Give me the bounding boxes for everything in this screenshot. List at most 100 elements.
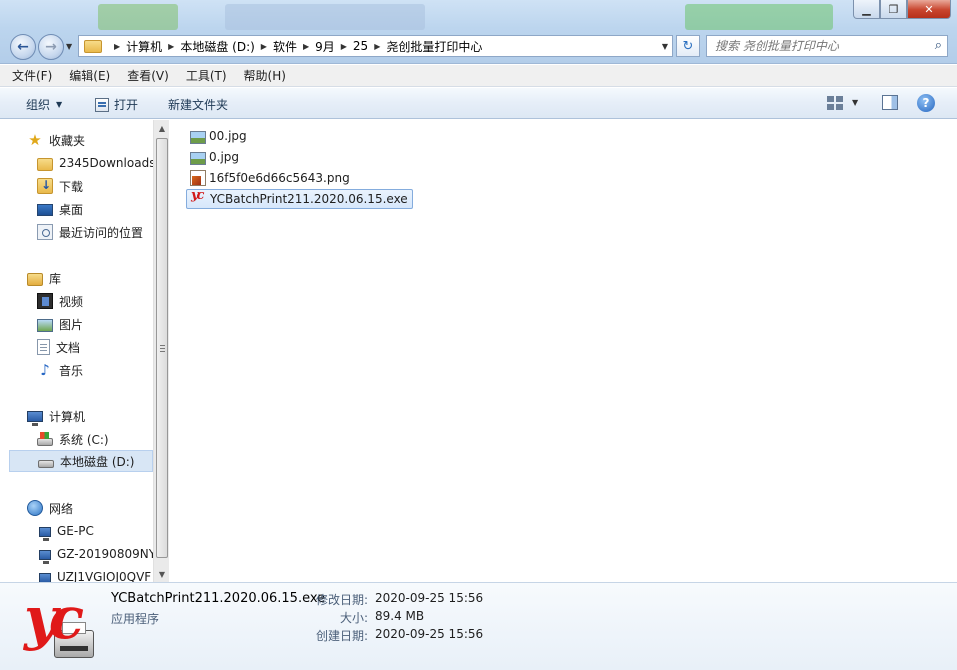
sidebar-item-favorites[interactable]: ★ 收藏夹: [0, 129, 153, 151]
sidebar-item-desktop[interactable]: 桌面: [0, 198, 153, 220]
file-name: YCBatchPrint211.2020.06.15.exe: [210, 192, 408, 206]
chevron-right-icon[interactable]: ▶: [303, 42, 309, 51]
menu-help[interactable]: 帮助(H): [244, 67, 286, 84]
chevron-right-icon[interactable]: ▶: [374, 42, 380, 51]
file-item-selected[interactable]: YCBatchPrint211.2020.06.15.exe: [186, 188, 413, 209]
sidebar-item-downloads[interactable]: 下载: [0, 175, 153, 197]
address-bar[interactable]: ▶ 计算机 ▶ 本地磁盘 (D:) ▶ 软件 ▶ 9月 ▶ 25 ▶ 尧创批量打…: [78, 35, 673, 57]
close-button[interactable]: ✕: [907, 0, 951, 19]
file-item[interactable]: 16f5f0e6d66c5643.png: [186, 168, 354, 188]
organize-button[interactable]: 组织 ▼: [26, 96, 62, 113]
search-box[interactable]: ⌕: [706, 35, 948, 57]
new-folder-label: 新建文件夹: [168, 98, 229, 112]
sidebar-item-videos[interactable]: 视频: [0, 290, 153, 312]
details-pane: yc YCBatchPrint211.2020.06.15.exe 应用程序 修…: [0, 582, 957, 670]
sidebar-item-gz-20190809ny[interactable]: GZ-20190809NY: [0, 543, 153, 565]
navigation-scrollbar[interactable]: ▲ ▼: [153, 120, 169, 582]
scroll-down-arrow-icon[interactable]: ▼: [154, 566, 170, 582]
file-item[interactable]: 00.jpg: [186, 126, 251, 146]
jpg-file-icon: [190, 130, 206, 144]
sidebar-item-libraries[interactable]: 库: [0, 267, 153, 289]
details-size-label: 大小:: [339, 611, 368, 625]
sidebar-item-label: 网络: [49, 501, 74, 516]
minimize-button[interactable]: ▁: [853, 0, 880, 19]
menu-tools[interactable]: 工具(T): [186, 67, 227, 84]
sidebar-item-music[interactable]: ♪ 音乐: [0, 359, 153, 381]
folder-icon: [37, 157, 53, 171]
menu-view[interactable]: 查看(V): [127, 67, 169, 84]
sidebar-item-computer[interactable]: 计算机: [0, 405, 153, 427]
grip-icon: [160, 345, 165, 352]
sidebar-item-label: 视频: [59, 294, 84, 309]
background-blur: [685, 4, 833, 30]
sidebar-item-label: 下载: [59, 179, 84, 194]
view-options-dropdown[interactable]: ▼: [852, 98, 858, 107]
help-icon[interactable]: ?: [917, 94, 935, 112]
refresh-button[interactable]: ↻: [676, 35, 700, 57]
sidebar-item-documents[interactable]: 文档: [0, 336, 153, 358]
refresh-icon: ↻: [682, 38, 694, 54]
scroll-up-arrow-icon[interactable]: ▲: [154, 120, 170, 136]
sidebar-item-drive-c[interactable]: 系统 (C:): [0, 428, 153, 450]
chevron-right-icon[interactable]: ▶: [341, 42, 347, 51]
sidebar-item-pictures[interactable]: 图片: [0, 313, 153, 335]
chevron-right-icon[interactable]: ▶: [114, 42, 120, 51]
breadcrumb: ▶ 计算机 ▶ 本地磁盘 (D:) ▶ 软件 ▶ 9月 ▶ 25 ▶ 尧创批量打…: [108, 36, 482, 56]
recent-places-icon: [37, 224, 53, 240]
desktop-icon: [37, 204, 53, 216]
network-globe-icon: [27, 500, 43, 516]
file-item[interactable]: 0.jpg: [186, 147, 243, 167]
breadcrumb-current-folder[interactable]: 尧创批量打印中心: [386, 38, 482, 55]
network-computer-icon: [39, 526, 51, 541]
video-library-icon: [37, 293, 53, 309]
new-folder-button[interactable]: 新建文件夹: [168, 96, 228, 113]
restore-button[interactable]: ❐: [880, 0, 907, 19]
forward-button[interactable]: →: [38, 34, 64, 60]
preview-pane-icon[interactable]: [882, 95, 898, 110]
chevron-down-icon: ▼: [56, 100, 63, 109]
file-name: 00.jpg: [209, 129, 247, 143]
sidebar-item-label: UZJ1VGIOJ0QVF: [57, 570, 152, 582]
sidebar-item-label: GZ-20190809NY: [57, 547, 153, 561]
music-note-icon: ♪: [40, 361, 50, 379]
sidebar-item-recent-places[interactable]: 最近访问的位置: [0, 221, 153, 243]
sidebar-item-label: 库: [49, 271, 62, 286]
breadcrumb-september[interactable]: 9月: [315, 38, 335, 55]
open-button[interactable]: 打开: [95, 96, 138, 113]
network-computer-icon: [39, 549, 51, 564]
forward-arrow-icon: →: [45, 39, 57, 55]
star-icon: ★: [28, 131, 42, 149]
sidebar-item-2345downloads[interactable]: 2345Downloads: [0, 152, 153, 174]
library-icon: [27, 272, 43, 286]
network-computer-icon: [39, 572, 51, 582]
menu-file[interactable]: 文件(F): [12, 67, 52, 84]
computer-icon: [27, 411, 43, 426]
breadcrumb-25[interactable]: 25: [353, 39, 368, 53]
search-input[interactable]: [715, 39, 920, 53]
chevron-right-icon[interactable]: ▶: [168, 42, 174, 51]
command-bar: 组织 ▼ 打开 新建文件夹: [0, 88, 957, 119]
address-history-dropdown[interactable]: ▼: [662, 42, 668, 51]
picture-library-icon: [37, 318, 53, 332]
background-blur: [225, 4, 425, 30]
sidebar-item-network[interactable]: 网络: [0, 497, 153, 519]
file-name: 16f5f0e6d66c5643.png: [209, 171, 350, 185]
sidebar-item-ge-pc[interactable]: GE-PC: [0, 520, 153, 542]
breadcrumb-computer[interactable]: 计算机: [126, 38, 162, 55]
recent-pages-dropdown[interactable]: ▼: [66, 42, 72, 51]
details-modified-label: 修改日期:: [315, 593, 368, 607]
change-view-icon[interactable]: [827, 96, 843, 110]
chevron-right-icon[interactable]: ▶: [261, 42, 267, 51]
breadcrumb-software[interactable]: 软件: [273, 38, 297, 55]
window-controls: ▁ ❐ ✕: [853, 0, 951, 19]
breadcrumb-drive-d[interactable]: 本地磁盘 (D:): [180, 38, 254, 55]
search-icon[interactable]: ⌕: [935, 38, 942, 53]
back-button[interactable]: ←: [10, 34, 36, 60]
sidebar-item-drive-d[interactable]: 本地磁盘 (D:): [9, 450, 153, 472]
menu-edit[interactable]: 编辑(E): [69, 67, 110, 84]
scrollbar-thumb[interactable]: [156, 138, 168, 558]
sidebar-item-uzj1vgioj0qvf[interactable]: UZJ1VGIOJ0QVF: [0, 566, 153, 582]
open-icon: [95, 97, 109, 112]
yc-printer-app-icon: yc: [24, 584, 98, 664]
jpg-file-icon: [190, 151, 206, 165]
